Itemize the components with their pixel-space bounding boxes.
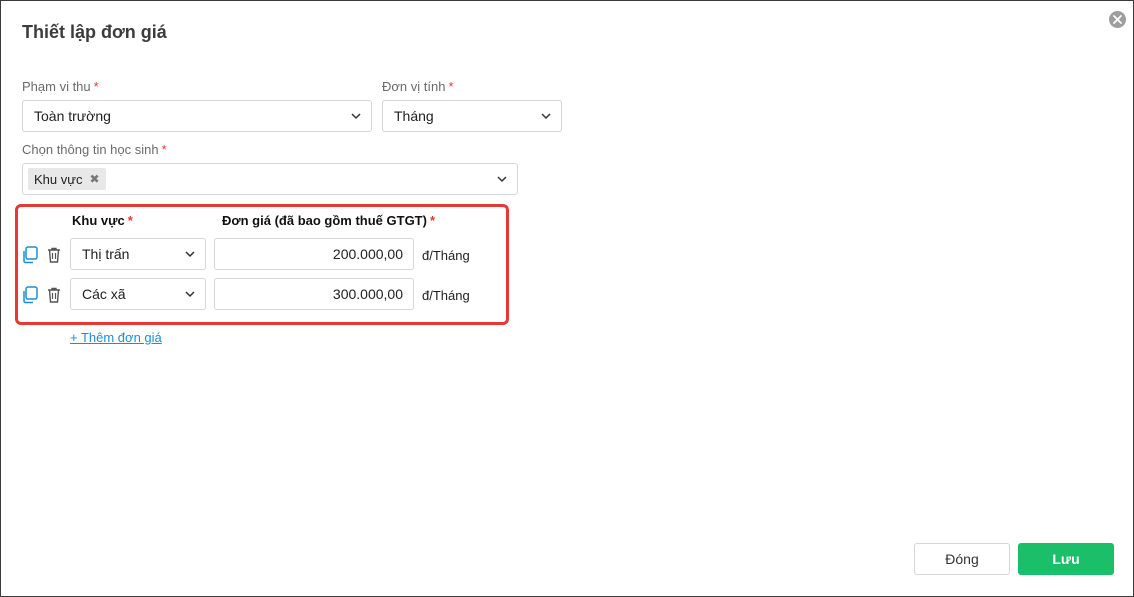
unit-select-value: Tháng (394, 108, 434, 124)
trash-icon[interactable] (45, 246, 63, 264)
required-mark: * (429, 213, 436, 228)
student-info-label: Chọn thông tin học sinh * (22, 142, 167, 157)
row-unit-label: đ/Tháng (422, 248, 470, 263)
row-price-input[interactable]: 200.000,00 (214, 238, 414, 270)
row-price-value: 200.000,00 (332, 246, 403, 262)
chevron-down-icon (541, 113, 551, 120)
price-setup-dialog: Thiết lập đơn giá Phạm vi thu * Toàn trườ… (0, 0, 1134, 597)
add-price-link[interactable]: + Thêm đơn giá (70, 330, 162, 345)
save-button[interactable]: Lưu (1018, 543, 1114, 575)
row-price-value: 300.000,00 (332, 286, 403, 302)
row-unit-label: đ/Tháng (422, 288, 470, 303)
scope-label-text: Phạm vi thu (22, 79, 91, 94)
tag-remove-icon[interactable]: ✖ (89, 172, 99, 186)
area-column-header: Khu vực * (72, 213, 133, 228)
price-column-header: Đơn giá (đã bao gồm thuế GTGT) * (222, 213, 435, 228)
chevron-down-icon (351, 113, 361, 120)
scope-label: Phạm vi thu * (22, 79, 99, 94)
required-mark: * (161, 142, 167, 157)
copy-icon[interactable] (21, 246, 39, 264)
unit-label: Đơn vị tính * (382, 79, 454, 94)
student-info-label-text: Chọn thông tin học sinh (22, 142, 159, 157)
scope-select-value: Toàn trường (34, 108, 111, 124)
copy-icon[interactable] (21, 286, 39, 304)
price-header-text: Đơn giá (đã bao gồm thuế GTGT) (222, 213, 427, 228)
required-mark: * (127, 213, 133, 228)
required-mark: * (93, 79, 99, 94)
close-circle-icon (1113, 15, 1122, 24)
row-area-select[interactable]: Thị trấn (70, 238, 206, 270)
close-button[interactable]: Đóng (914, 543, 1010, 575)
unit-select[interactable]: Tháng (382, 100, 562, 132)
area-header-text: Khu vực (72, 213, 125, 228)
row-price-input[interactable]: 300.000,00 (214, 278, 414, 310)
row-area-value: Các xã (82, 286, 126, 302)
close-dialog-button[interactable] (1109, 11, 1126, 28)
dialog-title: Thiết lập đơn giá (22, 22, 167, 42)
scope-select[interactable]: Toàn trường (22, 100, 372, 132)
row-area-value: Thị trấn (82, 246, 130, 262)
trash-icon[interactable] (45, 286, 63, 304)
chevron-down-icon (185, 291, 195, 298)
chevron-down-icon (497, 176, 507, 183)
required-mark: * (448, 79, 454, 94)
row-area-select[interactable]: Các xã (70, 278, 206, 310)
chevron-down-icon (185, 251, 195, 258)
student-info-multiselect[interactable]: Khu vực ✖ (22, 163, 518, 195)
selected-tag-label: Khu vực (34, 171, 83, 187)
selected-tag: Khu vực ✖ (28, 168, 106, 190)
unit-label-text: Đơn vị tính (382, 79, 446, 94)
